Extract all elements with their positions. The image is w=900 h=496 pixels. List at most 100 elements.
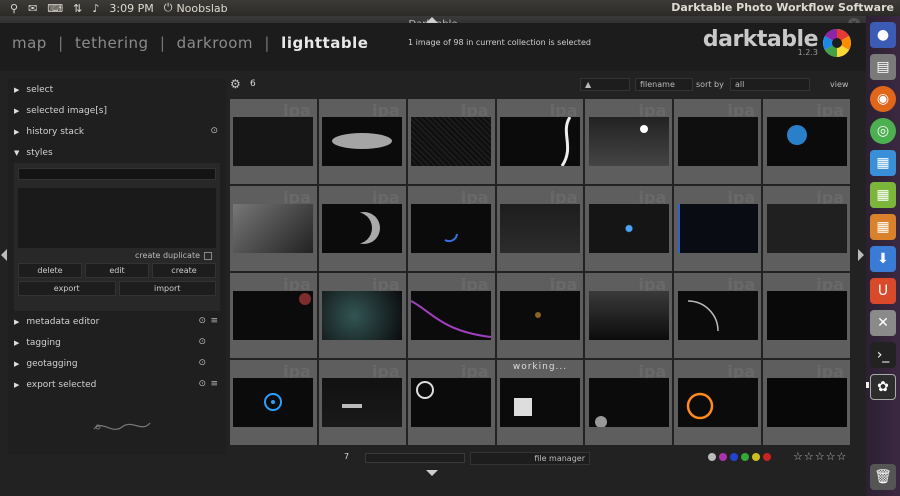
color-label-blue[interactable] [730, 453, 738, 461]
module-selected-images[interactable]: ▶ selected image[s] [8, 100, 226, 121]
download-icon[interactable]: ⬇ [870, 246, 896, 272]
view-darkroom[interactable]: darkroom [177, 34, 253, 52]
software-center-icon[interactable]: U [870, 278, 896, 304]
thumbnail[interactable]: ipa [585, 99, 673, 184]
color-label-green[interactable] [741, 453, 749, 461]
thumbnail[interactable]: ipa [230, 360, 317, 445]
star-rating[interactable]: ☆☆☆☆☆ [793, 450, 847, 463]
color-label-purple[interactable] [719, 453, 727, 461]
styles-list[interactable] [18, 188, 216, 248]
thumbnail[interactable]: ipa [407, 99, 495, 184]
volume-icon[interactable]: ♪ [92, 2, 99, 15]
sort-by-select[interactable]: filename [635, 78, 693, 91]
thumbnail[interactable]: ipa [674, 360, 762, 445]
view-tethering[interactable]: tethering [75, 34, 149, 52]
collapse-right-panel-arrow[interactable] [858, 249, 864, 261]
color-labels [708, 453, 771, 461]
writer-icon[interactable]: ▦ [870, 150, 896, 176]
create-duplicate-checkbox[interactable] [204, 251, 212, 260]
color-label-clear[interactable] [708, 453, 716, 461]
reset-icon[interactable]: ⊙ [198, 358, 206, 368]
thumbnail-grid: ipa ipa ipa ipa ipa ipa ipa ipa ipa ipa … [230, 99, 850, 445]
thumbnail[interactable]: ipa [496, 273, 584, 358]
module-export-selected[interactable]: ▶ export selected ⊙ ≡ [8, 374, 226, 395]
styles-buttons-row1: delete edit create [18, 263, 216, 278]
layout-select[interactable]: file manager [470, 452, 590, 465]
thumbnail[interactable]: ipa [585, 186, 673, 271]
thumbnail[interactable]: ipa [230, 186, 317, 271]
chrome-icon[interactable]: ◎ [870, 118, 896, 144]
thumbnail[interactable]: ipa [585, 360, 673, 445]
terminal-icon[interactable]: ›_ [870, 342, 896, 368]
gear-icon[interactable]: ⚙ [230, 77, 241, 91]
thumbnail[interactable]: ipa [674, 273, 762, 358]
thumbnail[interactable]: ipa [407, 273, 495, 358]
collapse-left-panel-arrow[interactable] [1, 249, 7, 261]
sort-order-toggle[interactable]: ▲ [580, 78, 630, 91]
files-icon[interactable]: ▤ [870, 54, 896, 80]
module-history-stack[interactable]: ▶ history stack ⊙ [8, 121, 226, 142]
thumbnail[interactable]: ipa [763, 360, 850, 445]
import-button[interactable]: import [118, 281, 216, 296]
keyboard-icon[interactable]: ⌨ [47, 2, 63, 15]
clock[interactable]: 3:09 PM [109, 2, 153, 15]
impress-icon[interactable]: ▦ [870, 214, 896, 240]
view-lighttable[interactable]: lighttable [281, 34, 368, 52]
dash-icon[interactable]: ● [870, 22, 896, 48]
thumbnail[interactable]: ipa [674, 186, 762, 271]
export-button[interactable]: export [18, 281, 116, 296]
reset-icon[interactable]: ⊙ [198, 379, 206, 389]
styles-buttons-row2: export import [18, 281, 216, 296]
firefox-icon[interactable]: ◉ [870, 86, 896, 112]
module-styles[interactable]: ▼ styles [8, 142, 226, 163]
module-select[interactable]: ▶ select [8, 79, 226, 100]
create-button[interactable]: create [152, 263, 216, 278]
module-metadata-editor[interactable]: ▶ metadata editor ⊙ ≡ [8, 311, 226, 332]
thumbnail[interactable]: ipa [763, 99, 850, 184]
user-name[interactable]: Noobslab [176, 2, 227, 15]
expand-arrow-icon: ▶ [14, 106, 20, 115]
thumbnail[interactable]: ipa [674, 99, 762, 184]
reset-icon[interactable]: ⊙ [210, 126, 218, 136]
trash-icon[interactable]: 🗑 [870, 464, 896, 490]
reset-icon[interactable]: ⊙ [198, 316, 206, 326]
power-icon[interactable]: ⏻ [164, 1, 173, 15]
page-slider[interactable] [365, 453, 465, 463]
settings-icon[interactable]: ✕ [870, 310, 896, 336]
zoom-level[interactable]: 6 [250, 79, 256, 89]
create-duplicate-row[interactable]: create duplicate [18, 251, 216, 260]
color-label-yellow[interactable] [752, 453, 760, 461]
mail-icon[interactable]: ✉ [28, 2, 37, 15]
search-icon[interactable]: ⚲ [10, 2, 18, 15]
thumbnail[interactable]: ipa [230, 273, 317, 358]
view-map[interactable]: map [12, 34, 47, 52]
darktable-launcher-icon[interactable]: ✿ [870, 374, 896, 400]
thumbnail[interactable]: ipa [496, 186, 584, 271]
color-label-red[interactable] [763, 453, 771, 461]
thumbnail[interactable]: ipa [318, 99, 406, 184]
styles-filter-input[interactable] [18, 168, 216, 180]
thumbnail[interactable]: ipa [318, 273, 406, 358]
thumbnail[interactable]: ipa [407, 186, 495, 271]
view-filter-select[interactable]: all [730, 78, 810, 91]
module-geotagging[interactable]: ▶ geotagging ⊙ [8, 353, 226, 374]
thumbnail[interactable]: ipa [496, 99, 584, 184]
module-tagging[interactable]: ▶ tagging ⊙ [8, 332, 226, 353]
thumbnail[interactable]: ipa [318, 186, 406, 271]
presets-icon[interactable]: ≡ [210, 379, 218, 389]
thumbnail[interactable]: ipa [585, 273, 673, 358]
network-icon[interactable]: ⇅ [73, 2, 82, 15]
thumbnail[interactable]: working... [496, 360, 584, 445]
thumbnail[interactable]: ipa [763, 186, 850, 271]
thumbnail[interactable]: ipa [230, 99, 317, 184]
delete-button[interactable]: delete [18, 263, 82, 278]
thumbnail[interactable]: ipa [407, 360, 495, 445]
reset-icon[interactable]: ⊙ [198, 337, 206, 347]
calc-icon[interactable]: ▦ [870, 182, 896, 208]
collapse-bottom-panel-arrow[interactable] [426, 470, 438, 476]
expand-arrow-icon: ▶ [14, 338, 20, 347]
presets-icon[interactable]: ≡ [210, 316, 218, 326]
thumbnail[interactable]: ipa [763, 273, 850, 358]
thumbnail[interactable]: ipa [318, 360, 406, 445]
edit-button[interactable]: edit [85, 263, 149, 278]
